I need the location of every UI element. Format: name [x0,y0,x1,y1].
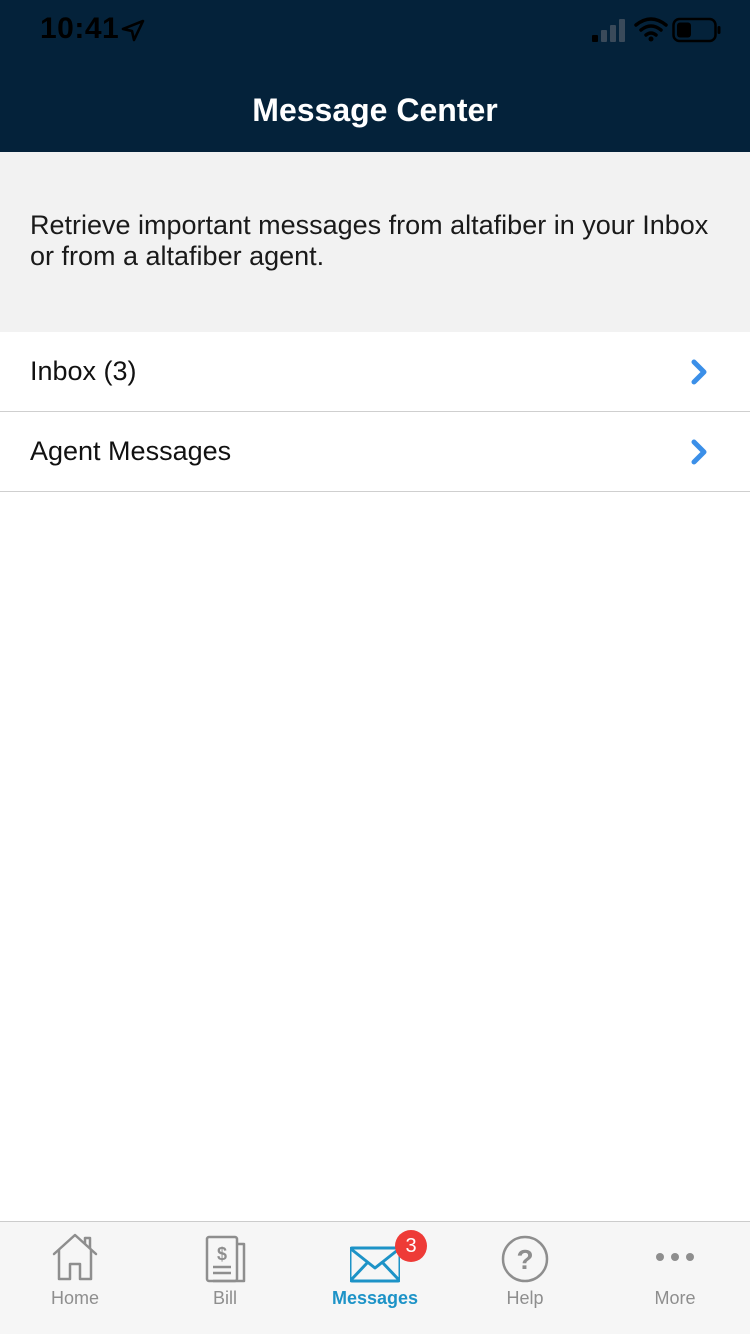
agent-messages-row[interactable]: Agent Messages [0,412,750,492]
tab-messages[interactable]: 3 Messages [300,1222,450,1334]
tab-help[interactable]: ? Help [450,1222,600,1334]
battery-icon [672,17,721,43]
message-center-screen: 10:41 Message Center Retrieve important … [0,0,750,1334]
chevron-right-icon [691,439,707,465]
wifi-icon [634,17,668,42]
tab-more[interactable]: More [600,1222,750,1334]
bill-icon: $ [205,1235,246,1283]
inbox-label: Inbox (3) [30,356,137,386]
page-title: Message Center [252,92,498,128]
tab-bar: Home $ Bill 3 Messages ? Help More [0,1221,750,1334]
inbox-row[interactable]: Inbox (3) [0,332,750,412]
chevron-right-icon [691,359,707,385]
status-bar: 10:41 [0,0,750,60]
agent-messages-label: Agent Messages [30,436,232,466]
intro-panel: Retrieve important messages from altafib… [0,152,750,332]
tab-home-label: Home [50,1288,99,1308]
tab-help-label: Help [506,1288,544,1308]
tab-bill[interactable]: $ Bill [150,1222,300,1334]
more-icon [656,1253,694,1261]
cellular-signal-icon [592,19,625,42]
tab-more-label: More [654,1288,696,1308]
location-arrow-icon [121,19,145,42]
svg-text:$: $ [217,1244,227,1264]
messages-badge: 3 [395,1230,427,1262]
tab-bill-label: Bill [212,1288,237,1308]
envelope-icon [350,1246,400,1283]
svg-text:?: ? [516,1244,533,1275]
help-icon: ? [501,1235,549,1283]
header: 10:41 Message Center [0,0,750,152]
home-icon [52,1233,98,1281]
intro-text: Retrieve important messages from altafib… [30,210,709,271]
tab-messages-label: Messages [331,1288,419,1308]
status-time: 10:41 [40,12,120,45]
tab-home[interactable]: Home [0,1222,150,1334]
